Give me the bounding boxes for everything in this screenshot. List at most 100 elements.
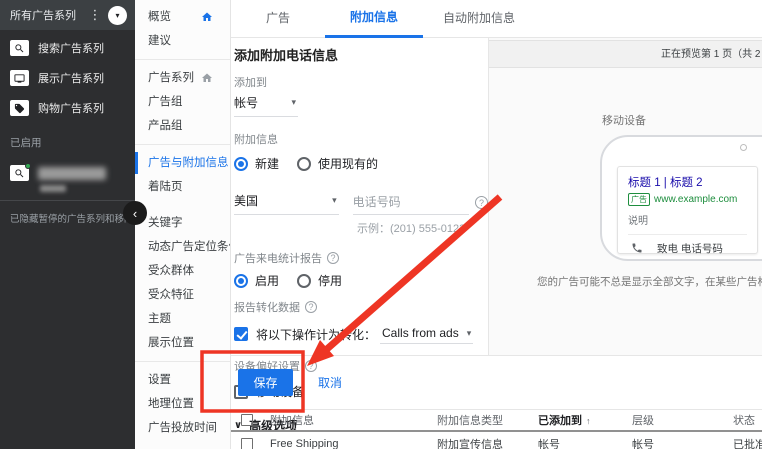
add-to-label: 添加到 bbox=[234, 74, 488, 90]
campaign-sidebar: 所有广告系列 ⋮ ▾ 搜索广告系列 展示广告系列 bbox=[0, 0, 135, 449]
ad-description: 说明 bbox=[628, 212, 747, 227]
sidebar-item-shopping-campaigns[interactable]: 购物广告系列 bbox=[0, 93, 135, 123]
enabled-section-label: 已启用 bbox=[10, 135, 135, 150]
cell-status: 已批准 bbox=[733, 436, 762, 449]
ad-display-url: www.example.com bbox=[654, 194, 737, 205]
kebab-menu-icon[interactable]: ⋮ bbox=[88, 7, 102, 23]
home-icon bbox=[201, 72, 213, 84]
ad-call-text: 致电 电话号码 bbox=[657, 241, 723, 256]
campaign-sidebar-header: 所有广告系列 ⋮ ▾ bbox=[0, 0, 135, 30]
country-select[interactable]: 美国 ▾ bbox=[234, 188, 339, 215]
hidden-campaigns-note: 已隐藏暂停的广告系列和移除的广告系 bbox=[0, 201, 135, 225]
radio-disable[interactable] bbox=[297, 274, 311, 288]
form-actions: 保存 取消 bbox=[231, 356, 762, 410]
radio-use-existing[interactable] bbox=[297, 157, 311, 171]
conversion-label: 报告转化数据 bbox=[234, 299, 300, 315]
google-ads-app: 所有广告系列 ⋮ ▾ 搜索广告系列 展示广告系列 bbox=[0, 0, 762, 449]
caret-down-icon: ▾ bbox=[115, 11, 119, 20]
nav-item-landing-pages[interactable]: 着陆页 bbox=[135, 175, 230, 199]
radio-new[interactable] bbox=[234, 157, 248, 171]
cell-extension-type: 附加宣传信息 bbox=[437, 436, 538, 449]
sidebar-item-label: 购物广告系列 bbox=[38, 100, 104, 116]
phone-camera-dot bbox=[740, 144, 747, 151]
sidebar-item-search-campaigns[interactable]: 搜索广告系列 bbox=[0, 33, 135, 63]
col-level[interactable]: 层级 bbox=[632, 412, 733, 428]
cell-level: 帐号 bbox=[632, 436, 733, 449]
nav-item-recommendations[interactable]: 建议 bbox=[135, 29, 230, 53]
tab-extensions[interactable]: 附加信息 bbox=[325, 0, 423, 38]
nav-item-ad-groups[interactable]: 广告组 bbox=[135, 90, 230, 114]
help-icon[interactable]: ? bbox=[475, 196, 488, 209]
radio-enable[interactable] bbox=[234, 274, 248, 288]
col-status[interactable]: 状态 bbox=[733, 412, 762, 428]
tab-automated-extensions[interactable]: 自动附加信息 bbox=[423, 0, 535, 38]
ad-call-row[interactable]: 致电 电话号码 bbox=[628, 234, 747, 261]
shopping-campaign-icon bbox=[10, 100, 29, 116]
phone-example: 示例：(201) 555-0123 bbox=[357, 220, 488, 236]
sidebar-item-active-campaign[interactable] bbox=[0, 156, 135, 190]
search-campaign-icon bbox=[10, 165, 29, 181]
table-header-row: 附加信息 附加信息类型 已添加到↑ 层级 状态 bbox=[231, 410, 762, 432]
campaign-sidebar-title: 所有广告系列 bbox=[10, 7, 88, 23]
divider bbox=[135, 361, 230, 362]
extensions-table: 附加信息 附加信息类型 已添加到↑ 层级 状态 Free Shipping 附加… bbox=[231, 410, 762, 449]
nav-item-settings[interactable]: 设置 bbox=[135, 368, 230, 392]
phone-mockup: 标题 1 | 标题 2 广告 www.example.com 说明 致电 电话号… bbox=[600, 135, 762, 261]
radio-disable-label[interactable]: 停用 bbox=[318, 272, 342, 289]
ad-preview-card: 标题 1 | 标题 2 广告 www.example.com 说明 致电 电话号… bbox=[617, 166, 758, 254]
select-all-checkbox[interactable] bbox=[241, 414, 253, 426]
conversion-checkbox-label: 将以下操作计为转化： bbox=[256, 326, 376, 343]
conversion-action-select[interactable]: Calls from ads ▾ bbox=[380, 324, 473, 344]
phone-handset-icon bbox=[631, 242, 643, 254]
preview-pagination-bar: 正在预览第 1 页（共 2 页） bbox=[489, 40, 762, 68]
extension-form: 添加附加电话信息 添加到 帐号 ▾ 附加信息 新建 使用现有的 美国 ▾ bbox=[231, 38, 489, 355]
nav-item-audiences[interactable]: 受众群体 bbox=[135, 259, 230, 283]
nav-item-ads-extensions[interactable]: 广告与附加信息 bbox=[135, 151, 230, 175]
nav-item-keywords[interactable]: 关键字 bbox=[135, 211, 230, 235]
extension-label: 附加信息 bbox=[234, 131, 488, 147]
sidebar-item-display-campaigns[interactable]: 展示广告系列 bbox=[0, 63, 135, 93]
caret-down-icon: ▾ bbox=[467, 328, 472, 339]
table-row[interactable]: Free Shipping 附加宣传信息 帐号 帐号 已批准 bbox=[231, 432, 762, 449]
nav-item-overview[interactable]: 概览 bbox=[135, 5, 230, 29]
nav-item-locations[interactable]: 地理位置 bbox=[135, 392, 230, 416]
nav-item-demographics[interactable]: 受众特征 bbox=[135, 283, 230, 307]
sidebar-item-label: 展示广告系列 bbox=[38, 70, 104, 86]
form-title: 添加附加电话信息 bbox=[234, 45, 488, 64]
enabled-status-dot bbox=[25, 163, 31, 169]
nav-item-product-groups[interactable]: 产品组 bbox=[135, 114, 230, 138]
help-icon[interactable]: ? bbox=[305, 301, 317, 313]
cancel-button[interactable]: 取消 bbox=[318, 374, 342, 391]
nav-item-campaigns[interactable]: 广告系列 bbox=[135, 66, 230, 90]
add-to-select[interactable]: 帐号 ▾ bbox=[234, 90, 298, 117]
save-button[interactable]: 保存 bbox=[238, 369, 293, 396]
redacted-campaign-name bbox=[38, 167, 106, 180]
radio-use-existing-label[interactable]: 使用现有的 bbox=[318, 155, 378, 172]
radio-enable-label[interactable]: 启用 bbox=[255, 272, 279, 289]
phone-number-input[interactable] bbox=[353, 191, 469, 214]
col-added-to[interactable]: 已添加到↑ bbox=[538, 412, 632, 428]
nav-item-dynamic-targets[interactable]: 动态广告定位条件 bbox=[135, 235, 230, 259]
col-extension-type[interactable]: 附加信息类型 bbox=[437, 412, 538, 428]
row-checkbox[interactable] bbox=[241, 438, 253, 449]
caret-down-icon: ▾ bbox=[291, 97, 296, 108]
tab-ads[interactable]: 广告 bbox=[231, 0, 325, 38]
radio-new-label[interactable]: 新建 bbox=[255, 155, 279, 172]
collapse-sidebar-button[interactable]: ‹ bbox=[123, 201, 147, 225]
sidebar-item-label: 搜索广告系列 bbox=[38, 40, 104, 56]
section-nav-sidebar: 概览 建议 广告系列 广告组 产品组 广告与附加信息 着陆页 关键字 动态广告定… bbox=[135, 0, 231, 449]
col-extension[interactable]: 附加信息 bbox=[270, 412, 437, 428]
conversion-checkbox[interactable] bbox=[234, 327, 248, 341]
home-icon bbox=[201, 11, 213, 23]
nav-item-ad-schedule[interactable]: 广告投放时间 bbox=[135, 416, 230, 440]
nav-item-placements[interactable]: 展示位置 bbox=[135, 331, 230, 355]
nav-item-topics[interactable]: 主题 bbox=[135, 307, 230, 331]
divider bbox=[135, 144, 230, 145]
collapse-panel-button[interactable]: ▾ bbox=[108, 6, 127, 25]
divider bbox=[135, 59, 230, 60]
ad-headline: 标题 1 | 标题 2 bbox=[628, 174, 747, 190]
ad-badge: 广告 bbox=[628, 193, 650, 206]
display-campaign-icon bbox=[10, 70, 29, 86]
redacted-campaign-subtext bbox=[40, 185, 66, 192]
help-icon[interactable]: ? bbox=[327, 252, 339, 264]
